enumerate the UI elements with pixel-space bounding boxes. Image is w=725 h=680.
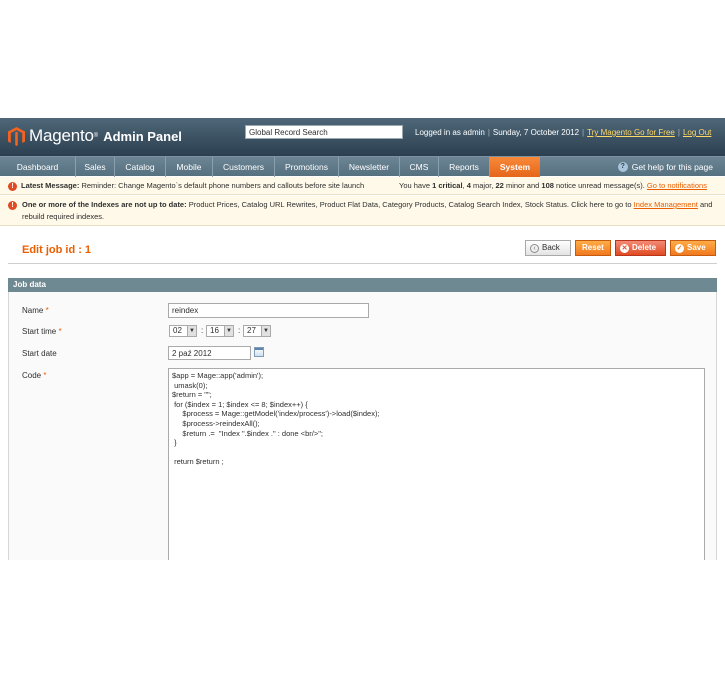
logout-link[interactable]: Log Out	[683, 128, 711, 137]
nav-reports[interactable]: Reports	[439, 157, 490, 177]
name-input[interactable]	[168, 303, 369, 318]
major-label: major,	[472, 181, 494, 190]
nav-promotions[interactable]: Promotions	[275, 157, 339, 177]
nav-cms[interactable]: CMS	[400, 157, 439, 177]
header-user-links: Logged in as admin | Sunday, 7 October 201…	[415, 128, 711, 137]
help-label: Get help for this page	[631, 162, 713, 172]
index-warning-bar: ! One or more of the Indexes are not up …	[0, 196, 725, 226]
nav-catalog[interactable]: Catalog	[115, 157, 166, 177]
required-mark: *	[45, 306, 49, 315]
nav-dashboard[interactable]: Dashboard	[0, 157, 76, 177]
header-bar: Magento ® Admin Panel Logged in as admin…	[0, 118, 725, 156]
code-textarea[interactable]: $app = Mage::app('admin'); umask(0); $re…	[168, 368, 705, 560]
index-warning-text: Product Prices, Catalog URL Rewrites, Pr…	[188, 200, 632, 209]
hour-value: 02	[173, 326, 182, 335]
required-mark: *	[43, 371, 47, 380]
fieldset-legend: Job data	[8, 278, 717, 292]
message-summary: You have 1 critical, 4 major, 22 minor a…	[399, 181, 707, 190]
calendar-icon[interactable]	[254, 347, 264, 357]
index-warning-title: One or more of the Indexes are not up to…	[22, 200, 187, 209]
time-separator: :	[238, 326, 241, 335]
save-check-icon: ✓	[675, 244, 684, 253]
logged-in-text: Logged in as admin	[415, 128, 485, 137]
nav-newsletter[interactable]: Newsletter	[339, 157, 400, 177]
critical-count: 1 critical	[432, 181, 463, 190]
minor-label: minor and	[505, 181, 540, 190]
dropdown-arrow-icon: ▼	[187, 326, 196, 336]
nav-system[interactable]: System	[490, 157, 540, 177]
back-label: Back	[542, 243, 560, 252]
back-arrow-icon: ‹	[530, 244, 539, 253]
reset-label: Reset	[582, 243, 604, 252]
delete-button[interactable]: ✕ Delete	[615, 240, 666, 256]
name-label-text: Name	[22, 306, 44, 315]
nav-customers[interactable]: Customers	[213, 157, 275, 177]
hour-select[interactable]: 02 ▼	[169, 325, 197, 337]
name-label: Name *	[22, 306, 49, 315]
second-select[interactable]: 27 ▼	[243, 325, 271, 337]
delete-x-icon: ✕	[620, 244, 629, 253]
code-label: Code *	[22, 371, 46, 380]
start-time-label-text: Start time	[22, 327, 57, 336]
try-magento-go-link[interactable]: Try Magento Go for Free	[587, 128, 675, 137]
minute-select[interactable]: 16 ▼	[206, 325, 234, 337]
dropdown-arrow-icon: ▼	[261, 326, 270, 336]
main-nav: Dashboard Sales Catalog Mobile Customers…	[0, 156, 725, 177]
header-date: Sunday, 7 October 2012	[492, 128, 580, 137]
global-search-input[interactable]	[245, 125, 403, 139]
brand-name: Magento	[29, 126, 94, 145]
save-button[interactable]: ✓ Save	[670, 240, 716, 256]
go-to-notifications-link[interactable]: Go to notifications	[647, 181, 707, 190]
reset-button[interactable]: Reset	[575, 240, 611, 256]
separator: |	[677, 128, 680, 137]
error-icon: !	[8, 181, 17, 191]
magento-logo[interactable]: Magento ® Admin Panel	[8, 126, 182, 146]
save-label: Save	[687, 243, 706, 252]
question-icon: ?	[617, 162, 628, 172]
brand-trademark: ®	[93, 133, 99, 139]
help-link[interactable]: ? Get help for this page	[617, 157, 713, 177]
dropdown-arrow-icon: ▼	[224, 326, 233, 336]
start-time-label: Start time *	[22, 327, 62, 336]
nav-mobile[interactable]: Mobile	[166, 157, 213, 177]
minor-count: 22	[495, 181, 504, 190]
content-divider	[8, 263, 717, 264]
latest-message-text: Reminder: Change Magento`s default phone…	[81, 181, 365, 190]
magento-logo-icon	[8, 126, 25, 146]
code-label-text: Code	[22, 371, 42, 380]
summary-prefix: You have	[399, 181, 431, 190]
error-icon: !	[8, 201, 17, 210]
magento-admin-window: Magento ® Admin Panel Logged in as admin…	[0, 118, 725, 560]
nav-sales[interactable]: Sales	[76, 157, 115, 177]
index-management-link[interactable]: Index Management	[634, 200, 698, 209]
second-value: 27	[247, 326, 256, 335]
notice-count: 108	[541, 181, 554, 190]
brand-subtitle: Admin Panel	[103, 128, 182, 144]
required-mark: *	[58, 327, 62, 336]
delete-label: Delete	[632, 243, 657, 252]
latest-message-bar: ! Latest Message: Reminder: Change Magent…	[0, 177, 725, 195]
notice-label: notice unread message(s).	[556, 181, 645, 190]
major-count: 4	[466, 181, 471, 190]
latest-message-label: Latest Message:	[21, 181, 80, 190]
time-separator: :	[201, 326, 204, 335]
start-date-label: Start date	[22, 349, 57, 358]
back-button[interactable]: ‹ Back	[525, 240, 571, 256]
separator: |	[487, 128, 490, 137]
minute-value: 16	[210, 326, 219, 335]
start-date-input[interactable]	[168, 346, 251, 360]
page-title: Edit job id : 1	[22, 244, 92, 256]
separator: |	[582, 128, 585, 137]
